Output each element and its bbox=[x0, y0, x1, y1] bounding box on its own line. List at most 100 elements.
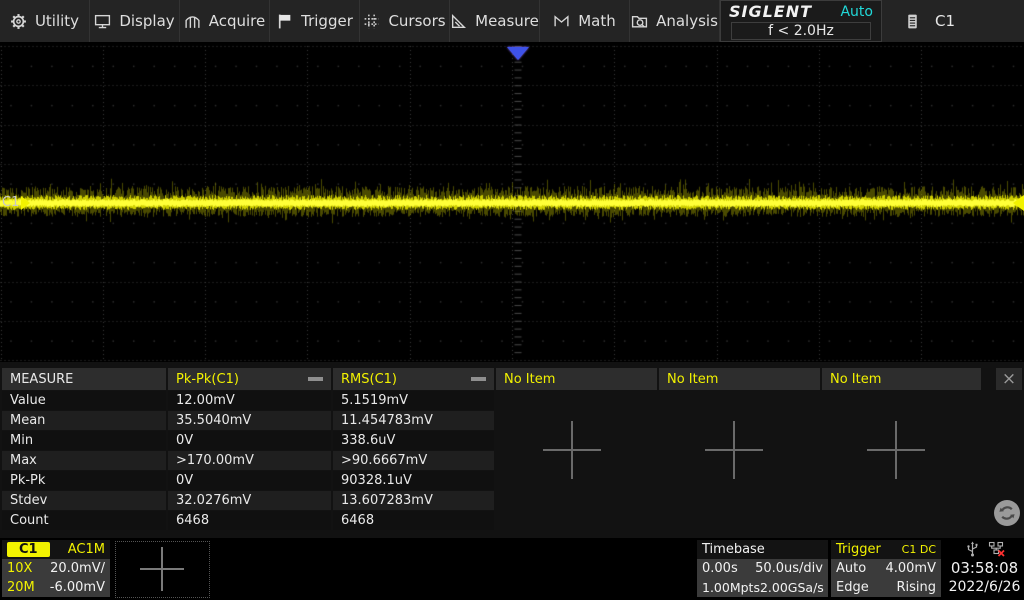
channel1-descriptor-box[interactable]: C1 AC1M 10X 20.0mV/ 20M -6.00mV bbox=[2, 540, 110, 597]
channel1-offset: -6.00mV bbox=[50, 580, 105, 595]
remove-measurement-button[interactable] bbox=[471, 377, 486, 381]
stat-value: 0V bbox=[168, 471, 331, 490]
trigger-type: Edge bbox=[836, 580, 869, 595]
menu-item-trigger[interactable]: Trigger bbox=[270, 0, 360, 42]
trigger-source: C1 DC bbox=[902, 543, 936, 556]
measure-column-header[interactable]: No Item bbox=[659, 368, 820, 390]
clock-date: 2022/6/26 bbox=[949, 579, 1021, 596]
menu-item-label: Utility bbox=[35, 12, 79, 30]
waveform-canvas bbox=[0, 42, 1024, 362]
stat-value: 90328.1uV bbox=[333, 471, 494, 490]
table-row: Max>170.00mV>90.6667mV bbox=[2, 451, 494, 470]
stat-value: 5.1519mV bbox=[333, 391, 494, 410]
measure-column-header[interactable]: Pk-Pk(C1) bbox=[168, 368, 331, 390]
stat-value: >170.00mV bbox=[168, 451, 331, 470]
oscilloscope-screen: Utility Display Acquire Trigger Cursors Measu… bbox=[0, 0, 1024, 600]
siglent-logo: SIGLENT bbox=[729, 2, 812, 21]
stat-label: Value bbox=[2, 391, 166, 410]
math-icon bbox=[553, 13, 570, 30]
measure-table-header: MEASUREPk-Pk(C1)RMS(C1)No ItemNo ItemNo … bbox=[2, 368, 981, 390]
siglent-panel: SIGLENT Auto f < 2.0Hz bbox=[720, 0, 882, 42]
measure-column-label: No Item bbox=[830, 372, 881, 387]
acquire-icon bbox=[184, 13, 201, 30]
menu-item-acquire[interactable]: Acquire bbox=[180, 0, 270, 42]
stat-label: Stdev bbox=[2, 491, 166, 510]
measure-table-rows: Value12.00mV5.1519mVMean35.5040mV11.4547… bbox=[2, 391, 494, 531]
menu-item-label: Display bbox=[119, 12, 174, 30]
stat-value: 0V bbox=[168, 431, 331, 450]
timebase-title: Timebase bbox=[702, 542, 765, 557]
menu-item-display[interactable]: Display bbox=[90, 0, 180, 42]
measure-column-header[interactable]: No Item bbox=[822, 368, 981, 390]
trigger-level: 4.00mV bbox=[885, 561, 936, 576]
plus-icon bbox=[140, 547, 184, 591]
frequency-counter: f < 2.0Hz bbox=[731, 22, 871, 40]
menu-bar: Utility Display Acquire Trigger Cursors Measu… bbox=[0, 0, 1024, 44]
menu-item-math[interactable]: Math bbox=[540, 0, 630, 42]
timebase-delay: 0.00s bbox=[702, 561, 738, 576]
add-measurement-button[interactable] bbox=[867, 421, 925, 479]
table-row: Pk-Pk0V90328.1uV bbox=[2, 471, 494, 490]
timebase-scale: 50.0us/div bbox=[755, 561, 823, 576]
lan-disconnected-icon bbox=[988, 541, 1005, 557]
add-measurement-button[interactable] bbox=[705, 421, 763, 479]
measure-column-header[interactable]: No Item bbox=[496, 368, 657, 390]
menu-item-utility[interactable]: Utility bbox=[0, 0, 90, 42]
stat-value: >90.6667mV bbox=[333, 451, 494, 470]
measure-panel: MEASUREPk-Pk(C1)RMS(C1)No ItemNo ItemNo … bbox=[0, 362, 1024, 538]
gear-icon bbox=[10, 13, 27, 30]
table-row: Stdev32.0276mV13.607283mV bbox=[2, 491, 494, 510]
trigger-descriptor-box[interactable]: Trigger C1 DC Auto 4.00mV Edge Rising bbox=[831, 540, 941, 597]
measure-column-header[interactable]: RMS(C1) bbox=[333, 368, 494, 390]
menu-item-measure[interactable]: Measure bbox=[450, 0, 540, 42]
measure-column-label: No Item bbox=[667, 372, 718, 387]
channel-list-icon bbox=[904, 13, 921, 30]
status-area: 03:58:08 2022/6/26 bbox=[945, 540, 1024, 597]
table-row: Mean35.5040mV11.454783mV bbox=[2, 411, 494, 430]
stat-label: Pk-Pk bbox=[2, 471, 166, 490]
menu-item-cursors[interactable]: Cursors bbox=[360, 0, 450, 42]
table-row: Count64686468 bbox=[2, 511, 494, 530]
timebase-samplerate: 2.00GSa/s bbox=[760, 580, 824, 595]
channel-offset-marker[interactable]: C1 bbox=[2, 195, 30, 210]
close-measure-button[interactable]: × bbox=[996, 368, 1022, 390]
trigger-position-marker[interactable] bbox=[507, 47, 529, 60]
analysis-icon bbox=[631, 13, 648, 30]
stat-value: 338.6uV bbox=[333, 431, 494, 450]
stat-value: 11.454783mV bbox=[333, 411, 494, 430]
stat-label: Count bbox=[2, 511, 166, 530]
waveform-display: C1 bbox=[0, 42, 1024, 362]
stat-value: 35.5040mV bbox=[168, 411, 331, 430]
menu-item-label: Math bbox=[578, 12, 616, 30]
trigger-status-badge: Auto bbox=[840, 4, 873, 20]
remove-measurement-button[interactable] bbox=[308, 377, 323, 381]
measure-icon bbox=[450, 13, 467, 30]
trigger-level-marker[interactable] bbox=[1013, 195, 1024, 211]
channel1-scale: 20.0mV/ bbox=[50, 561, 105, 576]
stat-label: Mean bbox=[2, 411, 166, 430]
flag-icon bbox=[276, 13, 293, 30]
reset-statistics-button[interactable] bbox=[994, 500, 1020, 526]
menu-item-analysis[interactable]: Analysis bbox=[630, 0, 720, 42]
add-channel-button[interactable] bbox=[115, 541, 210, 598]
trigger-title: Trigger bbox=[836, 542, 881, 557]
menu-item-label: Analysis bbox=[656, 12, 718, 30]
channel1-badge: C1 bbox=[7, 542, 50, 557]
channel-quick-menu[interactable]: C1 bbox=[882, 0, 955, 42]
add-measurement-button[interactable] bbox=[543, 421, 601, 479]
refresh-icon bbox=[997, 503, 1017, 523]
channel1-bandwidth: 20M bbox=[7, 580, 35, 595]
menu-item-label: Measure bbox=[475, 12, 539, 30]
menu-item-label: Trigger bbox=[301, 12, 353, 30]
channel-offset-arrow-icon bbox=[21, 196, 30, 210]
display-icon bbox=[94, 13, 111, 30]
channel1-probe: 10X bbox=[7, 561, 32, 576]
measure-column-label: No Item bbox=[504, 372, 555, 387]
bottom-bar: C1 AC1M 10X 20.0mV/ 20M -6.00mV Timebase… bbox=[0, 538, 1024, 600]
stat-value: 12.00mV bbox=[168, 391, 331, 410]
timebase-descriptor-box[interactable]: Timebase 0.00s 50.0us/div 1.00Mpts 2.00G… bbox=[697, 540, 828, 597]
active-channel-label: C1 bbox=[935, 12, 955, 30]
measure-column-label: RMS(C1) bbox=[341, 372, 397, 387]
cursors-icon bbox=[363, 13, 380, 30]
table-row: Value12.00mV5.1519mV bbox=[2, 391, 494, 410]
